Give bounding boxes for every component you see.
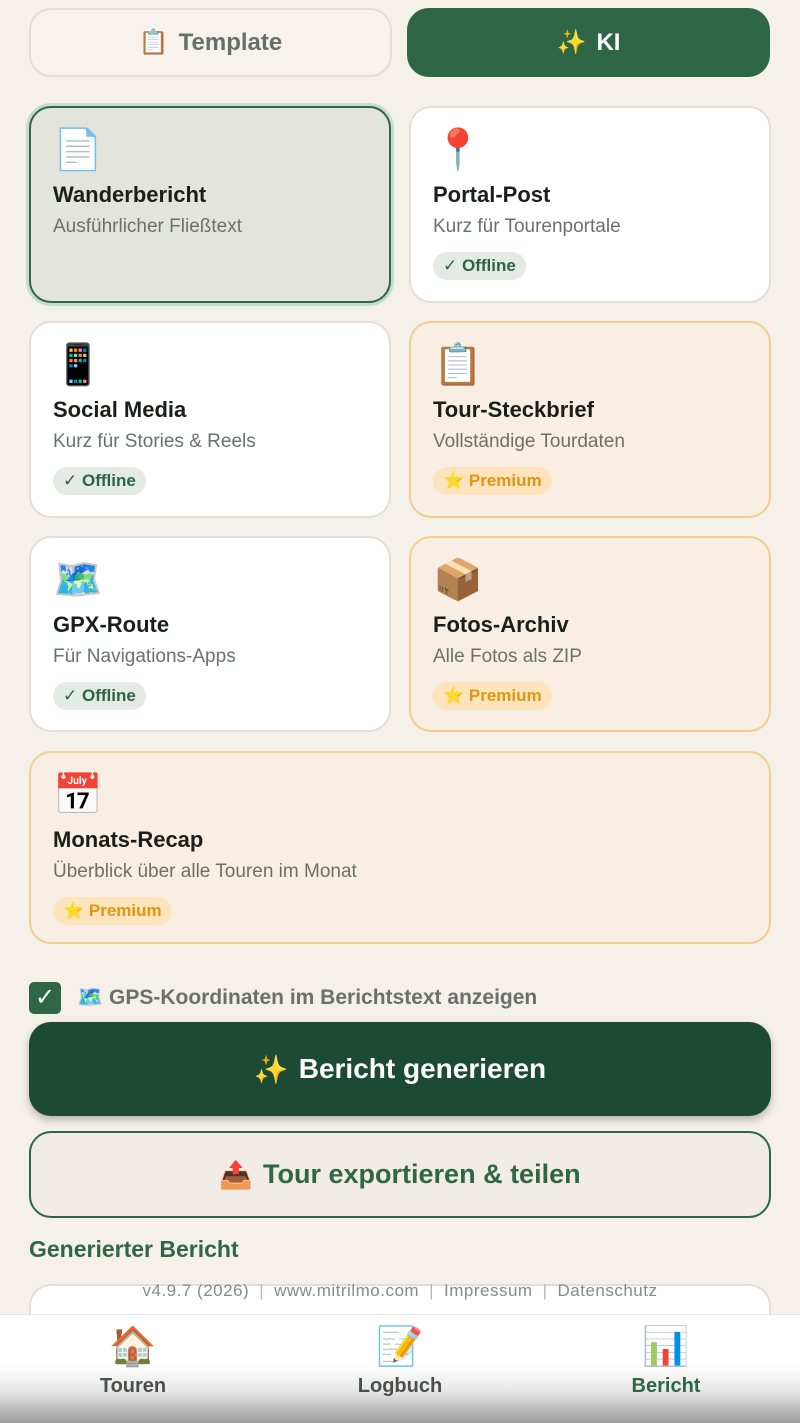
version-text: v4.9.7 (2026) [142, 1281, 250, 1300]
nav-touren[interactable]: 🏠 Touren [33, 1325, 233, 1398]
offline-badge: ✓ Offline [53, 682, 146, 710]
document-icon: 📄 [53, 128, 103, 172]
report-type-wanderbericht[interactable]: 📄 Wanderbericht Ausführlicher Fließtext [29, 106, 391, 303]
template-mode-button[interactable]: 📋 Template [29, 8, 392, 77]
pin-icon: 📍 [433, 128, 483, 172]
offline-badge: ✓ Offline [53, 467, 146, 495]
gps-label-text: GPS-Koordinaten im Berichtstext anzeigen [109, 985, 538, 1009]
privacy-link[interactable]: Datenschutz [557, 1281, 657, 1300]
premium-badge: ⭐ Premium [433, 682, 552, 710]
memo-icon: 📝 [376, 1326, 424, 1368]
card-subtitle: Für Navigations-Apps [53, 646, 236, 667]
clipboard-icon: 📋 [433, 343, 483, 387]
card-subtitle: Alle Fotos als ZIP [433, 646, 582, 667]
card-title: Monats-Recap [53, 827, 204, 852]
premium-badge: ⭐ Premium [433, 467, 552, 495]
bottom-navigation: 🏠 Touren 📝 Logbuch 📊 Bericht [0, 1314, 800, 1423]
separator: | [259, 1281, 265, 1300]
nav-label: Bericht [631, 1375, 701, 1397]
export-share-button[interactable]: 📤 Tour exportieren & teilen [29, 1131, 771, 1218]
generated-report-heading: Generierter Bericht [29, 1236, 239, 1262]
card-title: Tour-Steckbrief [433, 397, 594, 422]
outbox-icon: 📤 [219, 1159, 254, 1190]
export-share-label: Tour exportieren & teilen [263, 1159, 581, 1189]
generate-report-button[interactable]: ✨ Bericht generieren [29, 1022, 771, 1116]
offline-badge: ✓ Offline [433, 252, 526, 280]
calendar-icon: 📅 [53, 773, 103, 817]
separator: | [429, 1281, 434, 1300]
nav-bericht[interactable]: 📊 Bericht [566, 1325, 766, 1398]
card-subtitle: Kurz für Tourenportale [433, 216, 621, 237]
website-link[interactable]: www.mitrilmo.com [274, 1281, 419, 1300]
card-title: Fotos-Archiv [433, 612, 569, 637]
ki-mode-button[interactable]: ✨ KI [407, 8, 770, 77]
gps-coordinates-checkbox[interactable]: ✓ [29, 981, 61, 1014]
card-title: Portal-Post [433, 182, 551, 207]
bar-chart-icon: 📊 [642, 1326, 690, 1368]
report-type-gpx-route[interactable]: 🗺️ GPX-Route Für Navigations-Apps ✓ Offl… [29, 536, 391, 732]
gps-coordinates-option: ✓ 🗺️ GPS-Koordinaten im Berichtstext anz… [29, 981, 537, 1014]
map-icon: 🗺️ [53, 558, 103, 602]
card-title: Wanderbericht [53, 182, 207, 207]
nav-label: Logbuch [357, 1375, 443, 1397]
premium-badge: ⭐ Premium [53, 897, 172, 925]
generate-report-label: Bericht generieren [298, 1053, 547, 1084]
card-title: GPX-Route [53, 612, 170, 637]
report-type-fotos-archiv[interactable]: 📦 Fotos-Archiv Alle Fotos als ZIP ⭐ Prem… [409, 536, 771, 732]
house-icon: 🏠 [109, 1326, 157, 1368]
card-subtitle: Überblick über alle Touren im Monat [53, 861, 357, 882]
imprint-link[interactable]: Impressum [444, 1281, 533, 1300]
card-title: Social Media [53, 397, 187, 422]
report-type-monats-recap[interactable]: 📅 Monats-Recap Überblick über alle Toure… [29, 751, 771, 944]
report-type-portal-post[interactable]: 📍 Portal-Post Kurz für Tourenportale ✓ O… [409, 106, 771, 303]
nav-logbuch[interactable]: 📝 Logbuch [300, 1325, 500, 1398]
mode-toggle: 📋 Template ✨ KI [29, 8, 771, 77]
map-icon: 🗺️ [77, 985, 104, 1009]
card-subtitle: Vollständige Tourdaten [433, 431, 625, 452]
footer-links: v4.9.7 (2026) | www.mitrilmo.com | Impressum… [0, 1281, 800, 1301]
gps-coordinates-label[interactable]: 🗺️ GPS-Koordinaten im Berichtstext anzei… [77, 986, 537, 1010]
report-type-social-media[interactable]: 📱 Social Media Kurz für Stories & Reels … [29, 321, 391, 518]
package-icon: 📦 [433, 558, 483, 602]
template-mode-label: Template [178, 28, 283, 56]
ki-mode-label: KI [596, 28, 621, 56]
nav-label: Touren [99, 1375, 167, 1397]
separator: | [542, 1281, 548, 1300]
report-type-tour-steckbrief[interactable]: 📋 Tour-Steckbrief Vollständige Tourdaten… [409, 321, 771, 518]
sparkles-icon: ✨ [253, 1053, 289, 1085]
card-subtitle: Kurz für Stories & Reels [53, 431, 256, 452]
phone-icon: 📱 [53, 343, 103, 387]
sparkles-icon: ✨ [556, 29, 587, 56]
card-subtitle: Ausführlicher Fließtext [53, 216, 243, 237]
clipboard-icon: 📋 [138, 29, 169, 56]
